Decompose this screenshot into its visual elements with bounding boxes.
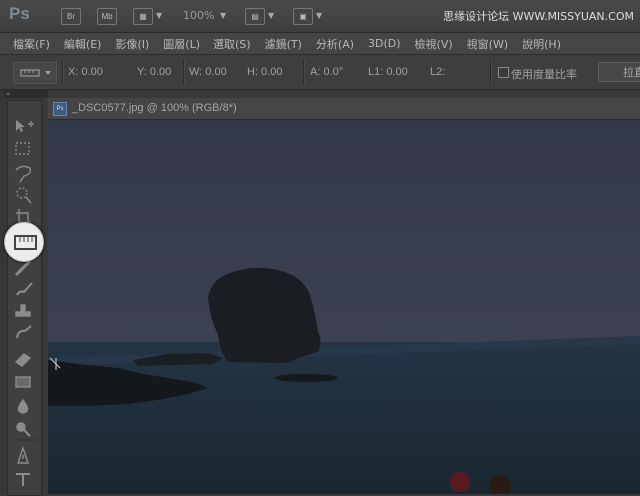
- clone-stamp-tool-icon[interactable]: [15, 304, 31, 317]
- ruler-tool-highlight[interactable]: [4, 222, 44, 262]
- ruler-ticks-icon: [19, 237, 33, 242]
- watermark-text: 思缘设计论坛 WWW.MISSYUAN.COM: [443, 10, 634, 23]
- use-measurement-scale-checkbox[interactable]: [498, 67, 509, 78]
- bridge-button[interactable]: Br: [61, 8, 81, 25]
- separator: [183, 60, 185, 84]
- type-tool-icon[interactable]: [16, 473, 30, 486]
- photo-image: [48, 120, 640, 494]
- use-measurement-scale-label: 使用度量比率: [511, 69, 577, 81]
- chevron-down-icon[interactable]: ▼: [268, 11, 274, 20]
- view-extras-button[interactable]: ▦: [133, 8, 153, 25]
- menu-3d[interactable]: 3D(D): [368, 37, 401, 50]
- zoom-level-select[interactable]: 100%: [183, 9, 214, 22]
- document-file-icon: Ps: [53, 102, 67, 116]
- separator: [303, 60, 305, 84]
- y-readout: Y: 0.00: [137, 66, 172, 78]
- separator: [62, 60, 64, 84]
- angle-readout: A: 0.0°: [310, 66, 344, 78]
- chevron-down-icon[interactable]: ▼: [156, 11, 162, 20]
- brush-tool-icon[interactable]: [16, 282, 33, 296]
- height-readout: H: 0.00: [247, 66, 283, 78]
- document-tab[interactable]: Ps _DSC0577.jpg @ 100% (RGB/8*): [48, 98, 640, 120]
- menu-window[interactable]: 視窗(W): [467, 36, 508, 52]
- history-brush-tool-icon[interactable]: [16, 325, 32, 339]
- gradient-tool-icon[interactable]: [15, 376, 31, 388]
- quick-selection-tool-icon[interactable]: [16, 187, 32, 204]
- ruler-tool-icon: [14, 235, 37, 250]
- arrange-icon: ▤: [251, 12, 259, 21]
- menu-view[interactable]: 檢視(V): [415, 36, 453, 52]
- menu-filter[interactable]: 濾鏡(T): [265, 36, 302, 52]
- mini-bridge-button[interactable]: Mb: [97, 8, 117, 25]
- x-readout: X: 0.00: [68, 66, 103, 78]
- arrange-documents-button[interactable]: ▤: [245, 8, 265, 25]
- crosshair-cursor-icon: [49, 357, 61, 370]
- menu-bar: 檔案(F) 編輯(E) 影像(I) 圖層(L) 選取(S) 濾鏡(T) 分析(A…: [0, 33, 640, 55]
- move-tool-icon[interactable]: [16, 120, 34, 132]
- document-canvas[interactable]: [48, 120, 640, 494]
- menu-image[interactable]: 影像(I): [115, 36, 149, 52]
- length2-readout: L2:: [430, 66, 446, 78]
- length1-readout: L1: 0.00: [368, 66, 408, 78]
- lasso-tool-icon[interactable]: [15, 165, 32, 183]
- menu-help[interactable]: 說明(H): [522, 36, 561, 52]
- healing-brush-tool-icon[interactable]: [14, 259, 32, 277]
- chevron-down-icon[interactable]: ▼: [316, 11, 322, 20]
- screen-mode-button[interactable]: ▣: [293, 8, 313, 25]
- menu-layer[interactable]: 圖層(L): [163, 36, 200, 52]
- document-title: _DSC0577.jpg @ 100% (RGB/8*): [72, 102, 237, 114]
- view-extras-icon: ▦: [139, 12, 147, 21]
- application-bar: Ps Br Mb ▦ ▼ 100% ▼ ▤ ▼ ▣ ▼ 思缘设计论坛 WWW.M…: [0, 0, 640, 33]
- menu-select[interactable]: 選取(S): [213, 36, 251, 52]
- options-bar: X: 0.00 Y: 0.00 W: 0.00 H: 0.00 A: 0.0° …: [0, 55, 640, 90]
- marquee-tool-icon[interactable]: [15, 142, 30, 155]
- separator: [490, 60, 492, 84]
- menu-edit[interactable]: 編輯(E): [64, 36, 102, 52]
- menu-analysis[interactable]: 分析(A): [316, 36, 354, 52]
- dodge-tool-icon[interactable]: [16, 422, 31, 437]
- eraser-tool-icon[interactable]: [14, 353, 32, 367]
- width-readout: W: 0.00: [189, 66, 227, 78]
- screen-mode-icon: ▣: [299, 12, 307, 21]
- blur-tool-icon[interactable]: [17, 398, 29, 414]
- chevron-down-icon[interactable]: ▼: [220, 11, 226, 20]
- pen-tool-icon[interactable]: [17, 445, 29, 464]
- straighten-button[interactable]: 拉直: [598, 62, 640, 82]
